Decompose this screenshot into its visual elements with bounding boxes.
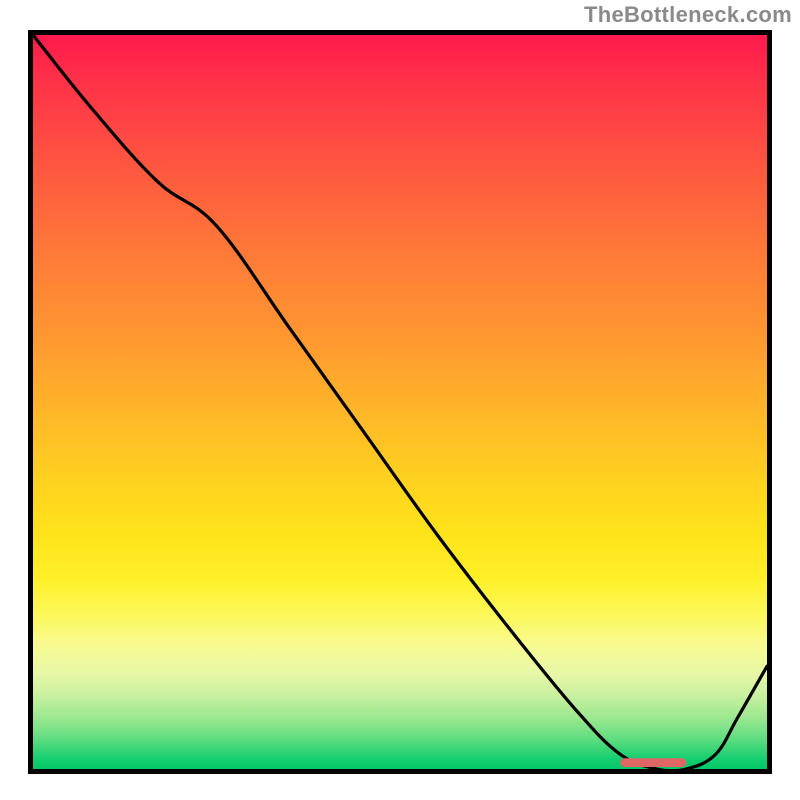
chart-gradient-background (33, 35, 767, 769)
attribution-text: TheBottleneck.com (584, 2, 792, 28)
chart-frame (28, 30, 772, 774)
page-root: TheBottleneck.com (0, 0, 800, 800)
